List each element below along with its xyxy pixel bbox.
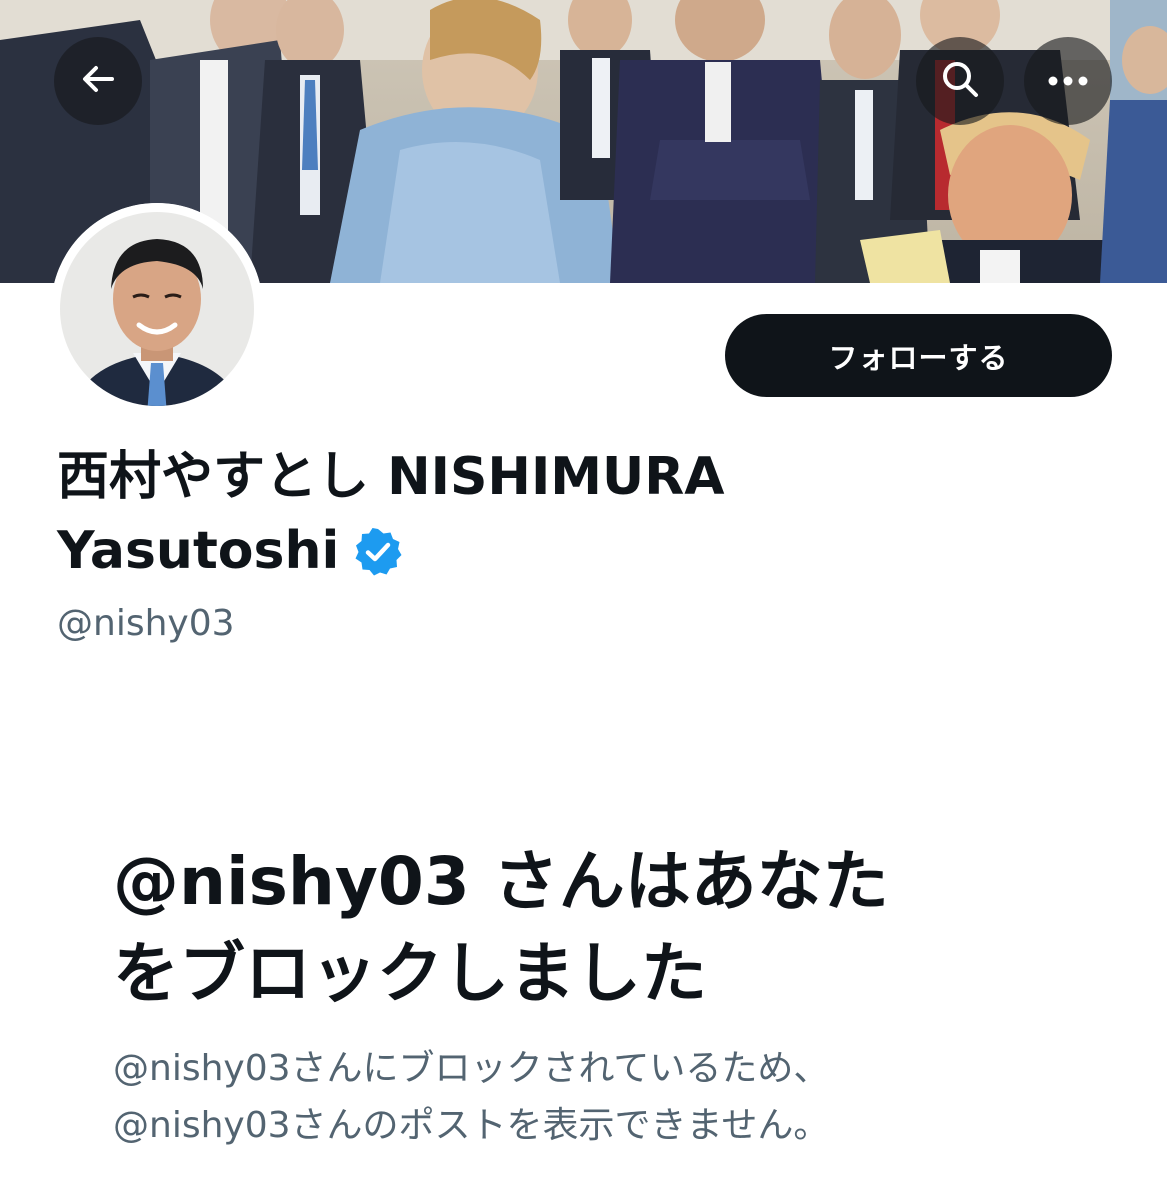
search-button[interactable]	[916, 37, 1004, 125]
profile-display-name: 西村やすとし NISHIMURA Yasutoshi	[57, 440, 877, 588]
arrow-left-icon	[78, 59, 118, 103]
more-options-button[interactable]	[1024, 37, 1112, 125]
profile-handle: @nishy03	[57, 603, 235, 644]
blocked-title-line-1: @nishy03 さんはあなた	[113, 843, 889, 920]
search-icon	[939, 58, 981, 104]
blocked-title-line-2: をブロックしました	[113, 935, 707, 1012]
blocked-description: @nishy03さんにブロックされているため、 @nishy03さんのポストを表…	[113, 1040, 1073, 1154]
verified-badge-icon	[353, 523, 403, 576]
display-name-line-2-text: Yasutoshi	[57, 521, 340, 581]
follow-button[interactable]: フォローする	[725, 314, 1112, 397]
more-horizontal-icon	[1047, 72, 1089, 91]
display-name-line-2: Yasutoshi	[57, 514, 877, 588]
follow-button-label: フォローする	[828, 340, 1009, 375]
profile-avatar[interactable]	[51, 203, 263, 415]
blocked-desc-line-1: @nishy03さんにブロックされているため、	[113, 1048, 830, 1089]
display-name-line-1: 西村やすとし NISHIMURA	[57, 447, 725, 507]
blocked-title: @nishy03 さんはあなた をブロックしました	[113, 836, 1073, 1020]
profile-page: フォローする 西村やすとし NISHIMURA Yasutoshi @nishy…	[0, 0, 1167, 1200]
back-button[interactable]	[54, 37, 142, 125]
blocked-desc-line-2: @nishy03さんのポストを表示できません。	[113, 1105, 830, 1146]
